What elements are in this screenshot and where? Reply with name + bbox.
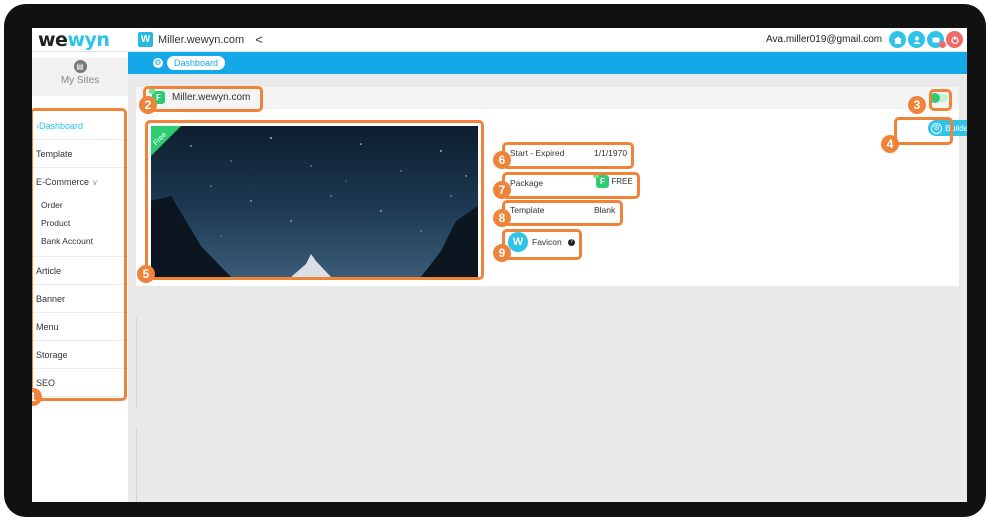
divider xyxy=(136,428,137,502)
app-screen: wewyn W Miller.wewyn.com < Ava.miller019… xyxy=(32,28,967,502)
annotation-number-6: 6 xyxy=(493,151,511,169)
back-chevron-icon[interactable]: < xyxy=(255,32,263,47)
home-icon[interactable] xyxy=(889,31,906,48)
divider xyxy=(136,318,137,408)
my-sites-button[interactable]: ▤ My Sites xyxy=(32,58,128,96)
logout-icon[interactable] xyxy=(946,31,963,48)
my-sites-icon: ▤ xyxy=(73,60,87,73)
current-site-selector[interactable]: W Miller.wewyn.com < xyxy=(138,32,263,47)
site-badge-icon: W xyxy=(138,32,153,47)
annotation-box-7 xyxy=(502,172,640,199)
breadcrumb-dashboard[interactable]: Dashboard xyxy=(167,56,226,70)
annotation-box-8 xyxy=(502,200,623,226)
device-frame: wewyn W Miller.wewyn.com < Ava.miller019… xyxy=(4,4,986,517)
annotation-box-3 xyxy=(929,89,952,111)
annotation-box-5 xyxy=(145,120,484,280)
annotation-box-4 xyxy=(894,117,953,145)
annotation-number-4: 4 xyxy=(881,135,899,153)
annotation-number-2: 2 xyxy=(139,96,157,114)
annotation-box-6 xyxy=(502,142,634,169)
wewyn-logo[interactable]: wewyn xyxy=(38,29,110,51)
messages-icon[interactable] xyxy=(927,31,946,48)
annotation-box-9 xyxy=(502,229,582,260)
top-icon-group xyxy=(889,31,963,48)
user-email: Ava.miller019@gmail.com xyxy=(766,34,883,45)
annotation-box-1 xyxy=(32,108,127,401)
annotation-box-2 xyxy=(143,86,263,112)
top-bar: wewyn W Miller.wewyn.com < Ava.miller019… xyxy=(32,28,967,52)
user-icon[interactable] xyxy=(908,31,925,48)
current-site-name: Miller.wewyn.com xyxy=(158,33,245,46)
notification-dot xyxy=(939,41,946,48)
annotation-number-7: 7 xyxy=(493,181,511,199)
annotation-number-8: 8 xyxy=(493,209,511,227)
annotation-number-3: 3 xyxy=(908,96,926,114)
annotation-number-5: 5 xyxy=(137,265,155,283)
settings-gear-icon[interactable]: ⚙ xyxy=(153,58,163,68)
my-sites-label: My Sites xyxy=(60,75,100,86)
annotation-number-9: 9 xyxy=(493,244,511,262)
breadcrumb-bar: ⚙ Dashboard xyxy=(128,52,967,74)
